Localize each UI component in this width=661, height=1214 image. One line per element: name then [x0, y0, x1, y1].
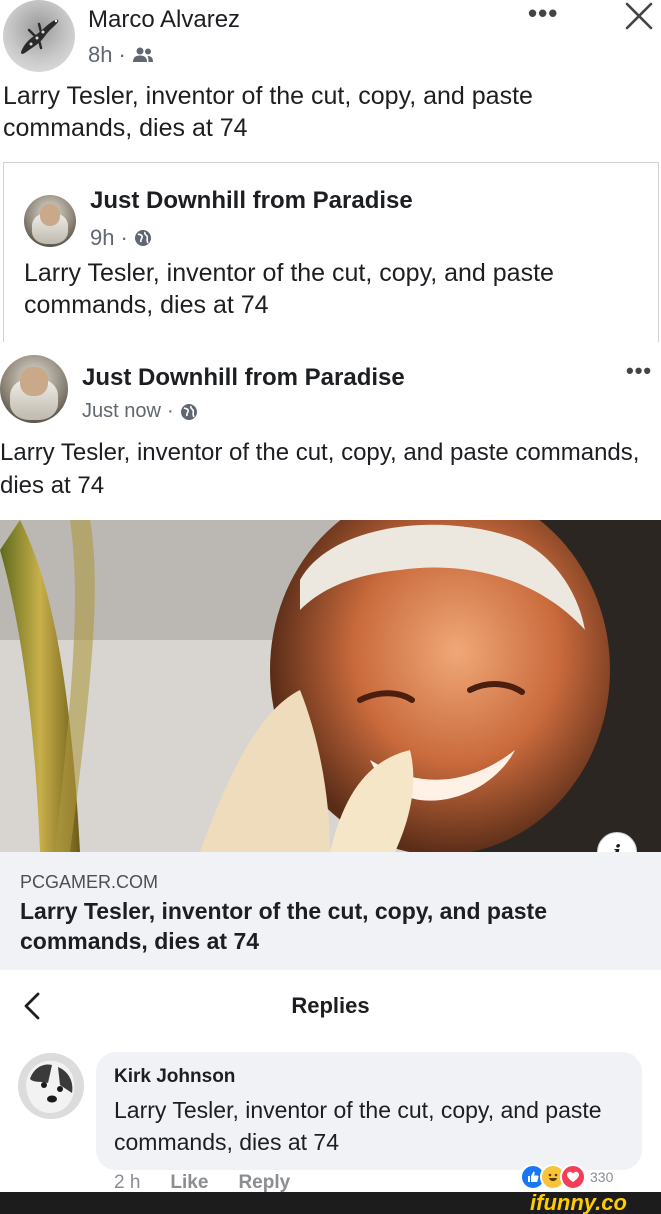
husky-avatar-image	[18, 1053, 84, 1119]
link-post-time[interactable]: Just now	[82, 400, 161, 423]
reaction-count: 330	[590, 1169, 614, 1185]
link-post-author-avatar[interactable]	[0, 355, 68, 423]
avatar-face-shape	[20, 367, 48, 396]
shared-post[interactable]: Just Downhill from Paradise 9h · Larry T…	[3, 162, 659, 342]
author-avatar[interactable]	[3, 0, 75, 72]
link-post-author-name[interactable]: Just Downhill from Paradise	[82, 364, 405, 392]
link-post-text: Larry Tesler, inventor of the cut, copy,…	[0, 439, 640, 499]
shared-post-text: Larry Tesler, inventor of the cut, copy,…	[24, 259, 554, 319]
original-post: Marco Alvarez 8h · ••• Larry Tesler, inv…	[0, 0, 661, 150]
comment-text: Larry Tesler, inventor of the cut, copy,…	[114, 1097, 602, 1155]
meta-separator: ·	[118, 42, 126, 67]
link-domain: PCGAMER.COM	[20, 872, 159, 892]
commenter-avatar[interactable]	[18, 1053, 84, 1119]
comment-actions: 2 h Like Reply	[114, 1172, 290, 1194]
photo-illustration	[0, 520, 661, 852]
comment-bubble[interactable]: Kirk Johnson Larry Tesler, inventor of t…	[96, 1052, 642, 1170]
like-button[interactable]: Like	[170, 1172, 208, 1194]
shared-post-time[interactable]: 9h	[90, 225, 114, 251]
link-post-meta: Just now ·	[82, 400, 198, 423]
meta-separator: ·	[120, 225, 128, 250]
shared-author-avatar[interactable]	[24, 195, 76, 247]
link-title[interactable]: Larry Tesler, inventor of the cut, copy,…	[20, 896, 620, 956]
link-post-more-options-button[interactable]: •••	[626, 360, 652, 382]
commenter-name[interactable]: Kirk Johnson	[114, 1066, 235, 1088]
close-icon[interactable]	[623, 0, 655, 32]
meta-separator: ·	[166, 400, 174, 422]
replies-title: Replies	[291, 993, 370, 1018]
replies-header: Replies	[0, 975, 661, 1037]
globe-icon	[134, 230, 151, 246]
avatar-face-shape	[39, 204, 61, 227]
love-reaction-icon	[560, 1164, 586, 1190]
link-preview-image[interactable]	[0, 520, 661, 852]
post-text: Larry Tesler, inventor of the cut, copy,…	[3, 82, 533, 142]
globe-icon	[180, 403, 197, 420]
more-options-button[interactable]: •••	[528, 0, 558, 26]
reply-button[interactable]: Reply	[238, 1172, 290, 1194]
gecko-avatar-image	[21, 19, 59, 54]
post-meta: 8h ·	[88, 42, 154, 68]
friends-icon	[132, 47, 153, 62]
reaction-summary[interactable]: 330	[520, 1162, 613, 1192]
link-preview-details[interactable]: PCGAMER.COM Larry Tesler, inventor of th…	[0, 852, 661, 970]
post-time[interactable]: 8h	[88, 42, 112, 68]
shared-post-meta: 9h ·	[90, 225, 152, 251]
ifunny-watermark: ifunny.co	[530, 1190, 627, 1214]
comment-time[interactable]: 2 h	[114, 1172, 140, 1194]
author-name[interactable]: Marco Alvarez	[88, 6, 240, 34]
shared-author-name[interactable]: Just Downhill from Paradise	[90, 187, 413, 215]
